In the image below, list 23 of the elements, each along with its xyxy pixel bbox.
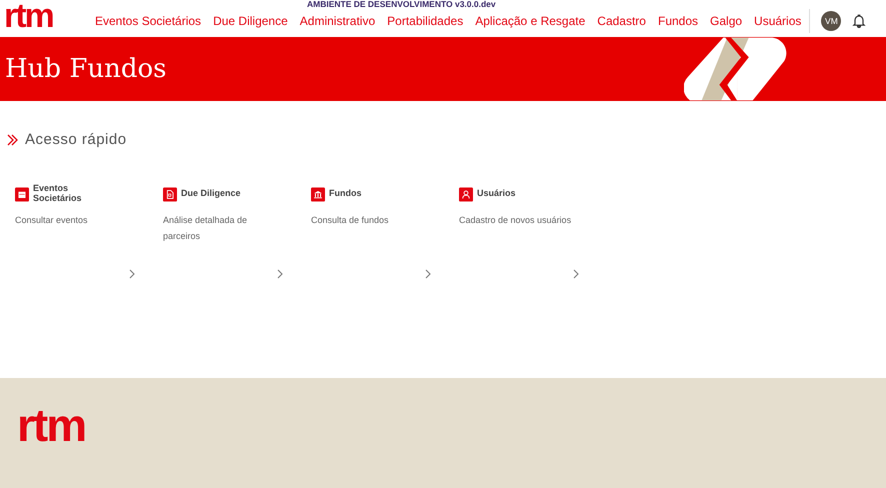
nav-link[interactable]: Fundos: [658, 14, 698, 28]
user-avatar[interactable]: VM: [821, 10, 842, 30]
nav-link[interactable]: Aplicação e Resgate: [475, 14, 586, 28]
card-description: Consulta de fundos: [311, 214, 390, 227]
card-title[interactable]: Eventos Societários: [33, 184, 113, 204]
environment-label: AMBIENTE DE DESENVOLVIMENTO v3.0.0.dev: [307, 0, 496, 9]
nav-link[interactable]: Due Diligence: [213, 14, 288, 28]
logo[interactable]: rtm: [4, 0, 95, 32]
footer-logo: rtm: [17, 402, 86, 448]
card-description: Análise detalhada de parceiros: [163, 214, 248, 243]
card-title[interactable]: Fundos: [329, 189, 362, 199]
nav-link[interactable]: Galgo: [710, 14, 742, 28]
page-title: Hub Fundos: [5, 54, 166, 84]
card-title[interactable]: Due Diligence: [181, 189, 241, 199]
nav-link[interactable]: Eventos Societários: [95, 14, 202, 28]
section-title: Acesso rápido: [25, 131, 127, 148]
card-description: Cadastro de novos usuários: [459, 214, 572, 227]
nav-link[interactable]: Cadastro: [597, 14, 646, 28]
card-title[interactable]: Usuários: [477, 189, 516, 199]
nav-link[interactable]: Usuários: [754, 14, 802, 28]
nav-link[interactable]: Administrativo: [300, 14, 376, 28]
card-description: Consultar eventos: [15, 214, 89, 227]
nav-link[interactable]: Portabilidades: [387, 14, 464, 28]
